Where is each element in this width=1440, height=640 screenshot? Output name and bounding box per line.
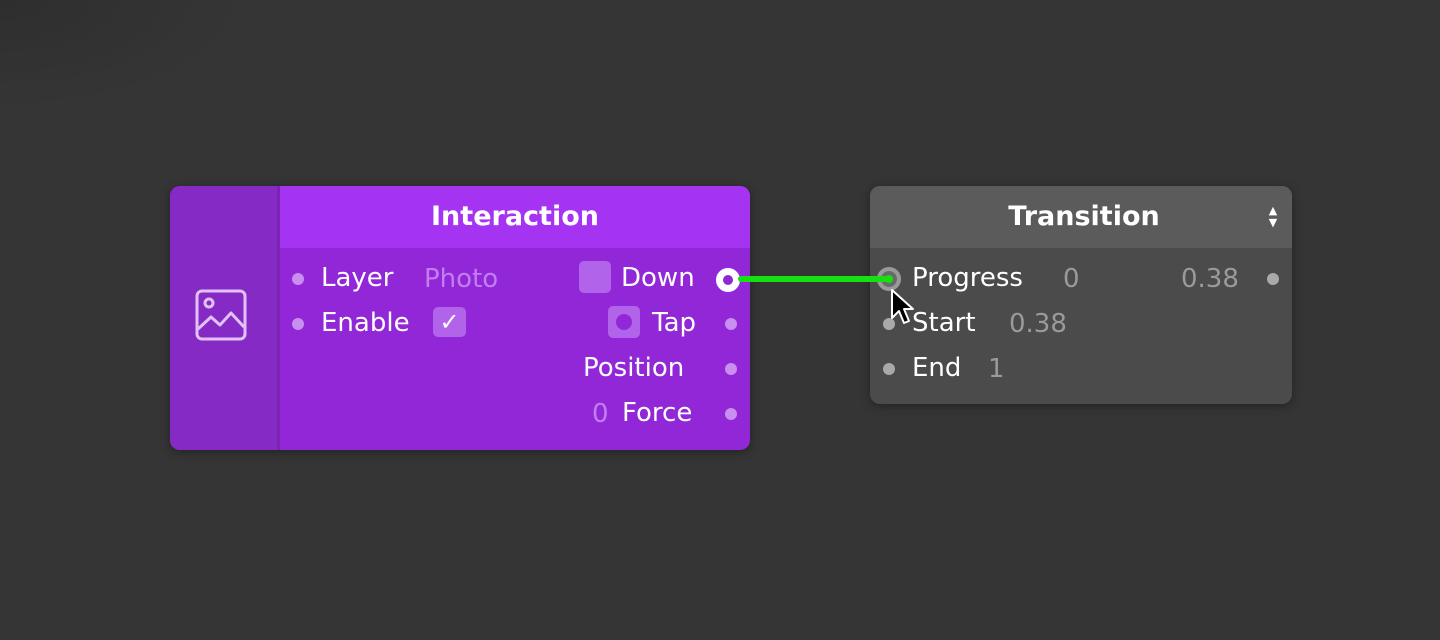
position-output-port[interactable] [725,363,737,375]
layer-thumbnail[interactable] [170,186,280,450]
interaction-patch[interactable]: Interaction Layer Photo Enable ✓ Down Ta… [170,186,750,450]
patch-editor-canvas[interactable]: Interaction Layer Photo Enable ✓ Down Ta… [0,0,1440,640]
force-output-port[interactable] [725,408,737,420]
transition-output-value: 0.38 [1181,264,1239,294]
transition-output-port[interactable] [1267,273,1279,285]
down-output-indicator [579,261,611,293]
end-input-label: End [912,353,962,383]
layer-input-value[interactable]: Photo [424,264,498,294]
start-input-value[interactable]: 0.38 [1009,309,1067,339]
layer-input-port[interactable] [292,273,304,285]
transition-patch[interactable]: Transition ▲ ▼ Progress 0 0.38 Start 0.38… [870,186,1292,404]
interaction-title: Interaction [431,201,599,232]
tap-output-label: Tap [652,308,697,338]
transition-title: Transition [1008,201,1160,232]
force-output-value: 0 [592,399,609,429]
force-output-label: Force [622,398,693,428]
enable-checkbox[interactable]: ✓ [433,307,466,337]
mouse-pointer-icon [891,289,914,324]
end-input-value[interactable]: 1 [988,354,1005,384]
image-icon [195,289,247,341]
end-input-port[interactable] [883,363,895,375]
down-output-label: Down [621,263,695,293]
up-down-stepper-icon[interactable]: ▲ ▼ [1266,205,1280,231]
enable-input-label: Enable [321,308,410,338]
connection-wire[interactable] [738,276,890,282]
tap-output-indicator [608,306,640,338]
start-input-label: Start [912,308,976,338]
enable-input-port[interactable] [292,318,304,330]
layer-input-label: Layer [321,263,394,293]
progress-input-label: Progress [912,263,1023,293]
down-output-port[interactable] [716,268,740,292]
progress-input-value[interactable]: 0 [1063,264,1080,294]
interaction-header[interactable]: Interaction [280,186,750,248]
tap-output-port[interactable] [725,318,737,330]
transition-header[interactable]: Transition ▲ ▼ [870,186,1292,248]
position-output-label: Position [583,353,685,383]
